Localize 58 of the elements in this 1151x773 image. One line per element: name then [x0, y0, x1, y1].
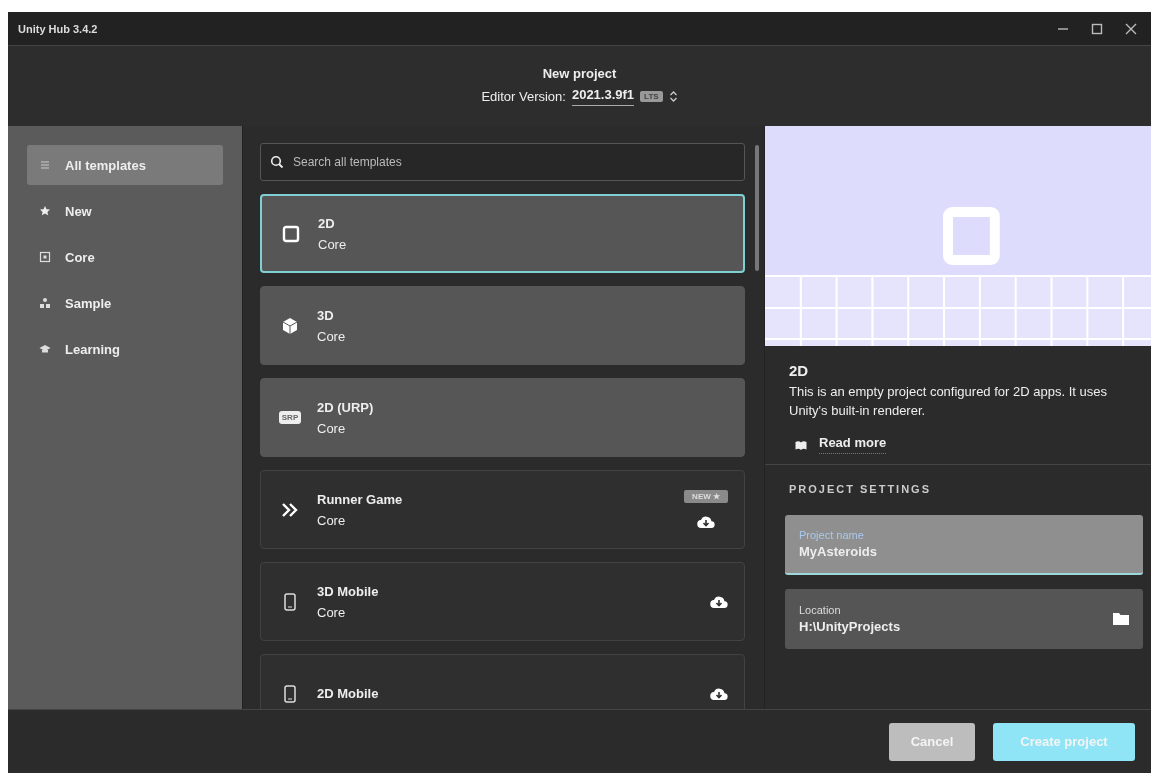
sidebar-item[interactable]: Sample: [27, 283, 223, 323]
maximize-icon[interactable]: [1091, 22, 1103, 35]
shapes-icon: [39, 297, 51, 309]
phone-icon: [284, 684, 296, 703]
template-title: Runner Game: [317, 491, 404, 507]
cloud-download-icon[interactable]: [710, 594, 728, 609]
template-card[interactable]: 3D Core: [260, 286, 745, 365]
editor-version-label: Editor Version:: [481, 89, 566, 104]
cube-icon: [282, 316, 298, 335]
cloud-download-icon[interactable]: [697, 515, 716, 529]
template-title: 2D (URP): [317, 399, 375, 415]
phone-icon: [284, 592, 296, 611]
square-icon: [282, 224, 300, 243]
chevron-updown-icon[interactable]: [668, 90, 678, 103]
template-category: Core: [317, 512, 347, 528]
dialog-title: New project: [542, 66, 617, 81]
template-card[interactable]: 3D Mobile Core: [260, 562, 745, 641]
field-value: H:\UnityProjects: [799, 618, 901, 634]
sidebar-item[interactable]: New: [27, 191, 223, 231]
section-heading: PROJECT SETTINGS: [788, 482, 933, 495]
template-title: 3D Mobile: [317, 583, 380, 599]
search-field[interactable]: Search all templates: [260, 143, 745, 181]
template-title: 2D: [318, 215, 336, 231]
graduation-cap-icon: [39, 343, 51, 355]
template-card[interactable]: 2D Mobile: [260, 654, 745, 709]
template-card[interactable]: Runner Game Core NEW ★: [260, 470, 745, 549]
template-category: Core: [317, 604, 347, 620]
sidebar-item[interactable]: Learning: [27, 329, 223, 369]
read-more-link[interactable]: Read more: [819, 434, 887, 454]
folder-icon[interactable]: [1113, 612, 1129, 626]
book-icon: [795, 438, 807, 450]
template-card[interactable]: SRP 2D (URP) Core: [260, 378, 745, 457]
text-field[interactable]: Location H:\UnityProjects: [785, 588, 1143, 649]
template-title: 2D Mobile: [317, 686, 380, 701]
template-card[interactable]: 2D Core: [260, 194, 745, 273]
template-category: Core: [318, 236, 348, 252]
editor-version-dropdown[interactable]: 2021.3.9f1: [571, 87, 635, 106]
template-category: Core: [317, 420, 347, 436]
template-title: 3D: [317, 307, 335, 323]
scrollbar[interactable]: [755, 145, 759, 271]
new-badge: NEW ★: [684, 490, 728, 503]
sidebar-item[interactable]: All templates: [27, 145, 223, 185]
list-icon: [39, 159, 51, 171]
close-icon[interactable]: [1125, 22, 1137, 35]
square-icon: [39, 251, 51, 263]
star-icon: [39, 205, 51, 217]
window-title: Unity Hub 3.4.2: [18, 22, 98, 35]
sidebar-item[interactable]: Core: [27, 237, 223, 277]
template-description: This is an empty project configured for 2D apps. It uses Unity's built-in renderer.: [789, 383, 1108, 420]
srp-icon: SRP: [278, 411, 302, 424]
field-label: Location: [799, 603, 842, 616]
double-chevron-icon: [281, 501, 299, 518]
cloud-download-icon[interactable]: [710, 686, 728, 701]
field-label: Project name: [799, 528, 865, 541]
template-name: 2D: [789, 362, 810, 379]
template-category: Core: [317, 328, 347, 344]
field-value: MyAsteroids: [799, 543, 878, 559]
lts-badge: LTS: [640, 91, 663, 102]
